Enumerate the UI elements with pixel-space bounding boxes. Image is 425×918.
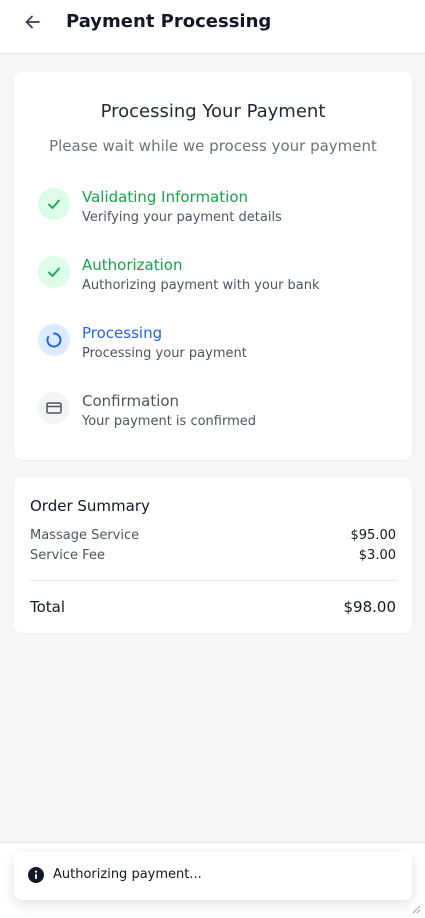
toast-message: Authorizing payment... <box>53 867 202 882</box>
summary-divider <box>30 580 396 581</box>
step-title: Confirmation <box>82 392 180 410</box>
line-item-label: Massage Service <box>30 528 140 543</box>
line-item-label: Service Fee <box>30 548 105 563</box>
order-summary-title: Order Summary <box>30 497 150 515</box>
processing-card: Processing Your Payment Please wait whil… <box>14 72 412 460</box>
step-validating: Validating Information Verifying your pa… <box>38 188 398 236</box>
step-title: Authorization <box>82 256 183 274</box>
step-title: Validating Information <box>82 188 249 206</box>
step-authorization: Authorization Authorizing payment with y… <box>38 256 398 304</box>
step-description: Your payment is confirmed <box>82 414 257 429</box>
summary-total: Total $98.00 <box>30 596 396 618</box>
step-description: Processing your payment <box>82 346 247 361</box>
step-title: Processing <box>82 324 163 342</box>
info-icon <box>28 867 44 883</box>
app-header: Payment Processing <box>0 0 425 54</box>
summary-line-item: Service Fee $3.00 <box>30 547 396 565</box>
resize-grip-icon[interactable] <box>411 904 421 914</box>
total-label: Total <box>30 598 66 616</box>
line-item-amount: $95.00 <box>350 528 397 543</box>
processing-subtitle: Please wait while we process your paymen… <box>49 137 377 155</box>
order-summary-card: Order Summary Massage Service $95.00 Ser… <box>14 477 412 633</box>
check-icon <box>38 256 70 288</box>
status-toast: Authorizing payment... <box>14 852 412 900</box>
line-item-amount: $3.00 <box>358 548 396 563</box>
total-amount: $98.00 <box>343 598 397 616</box>
step-confirmation: Confirmation Your payment is confirmed <box>38 392 398 440</box>
arrow-left-icon <box>25 15 40 29</box>
step-description: Authorizing payment with your bank <box>82 278 320 293</box>
processing-title: Processing Your Payment <box>100 101 326 122</box>
step-description: Verifying your payment details <box>82 210 282 225</box>
spinner-icon <box>38 324 70 356</box>
credit-card-icon <box>38 392 70 424</box>
summary-line-item: Massage Service $95.00 <box>30 527 396 545</box>
check-icon <box>38 188 70 220</box>
step-processing: Processing Processing your payment <box>38 324 398 372</box>
page-title: Payment Processing <box>66 11 272 32</box>
back-button[interactable] <box>20 9 46 35</box>
